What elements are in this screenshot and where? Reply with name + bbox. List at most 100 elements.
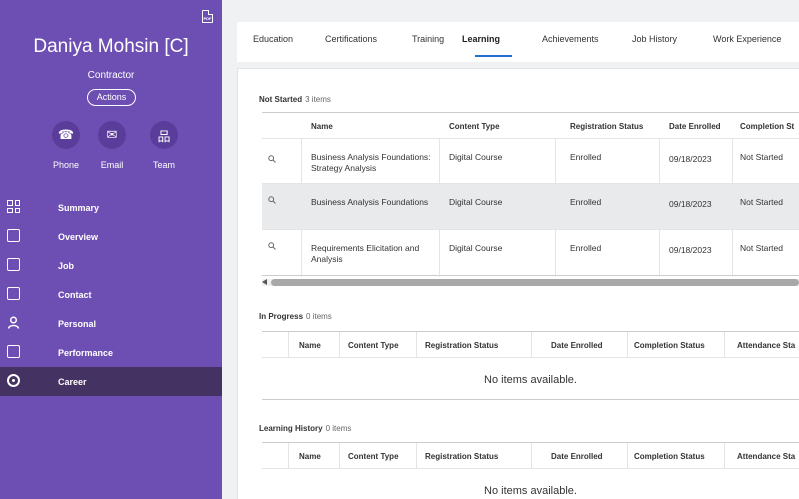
email-icon: ✉ xyxy=(98,121,126,149)
empty-state-message: No items available. xyxy=(484,485,577,497)
column-header-content-type[interactable]: Content Type xyxy=(348,452,399,461)
not-started-title: Not Started 3 items xyxy=(259,95,331,104)
email-label: Email xyxy=(100,160,124,170)
phone-quick-action[interactable]: ☎ Phone xyxy=(46,121,86,170)
active-tab-indicator xyxy=(475,55,512,57)
table-row: Business Analysis Foundations: Strategy … xyxy=(262,139,799,184)
course-link[interactable]: Requirements Elicitation and Analysis xyxy=(311,243,436,265)
tab-certifications[interactable]: Certifications xyxy=(325,34,377,44)
column-header-content-type[interactable]: Content Type xyxy=(348,341,399,350)
nav-item-career[interactable]: Career xyxy=(0,367,222,396)
in-progress-title: In Progress 0 items xyxy=(259,312,332,321)
registration-status-cell: Enrolled xyxy=(570,152,602,162)
column-header-registration-status[interactable]: Registration Status xyxy=(570,122,643,131)
completion-status-cell: Not Started xyxy=(740,152,783,162)
date-enrolled-cell: 09/18/2023 xyxy=(669,154,712,164)
nav-item-label: Personal xyxy=(58,318,97,329)
job-briefcase-icon xyxy=(7,258,20,271)
column-header-attendance-status[interactable]: Attendance Sta xyxy=(737,341,795,350)
search-icon[interactable] xyxy=(268,196,276,204)
column-header-name[interactable]: Name xyxy=(299,341,321,350)
contact-card-icon xyxy=(7,287,20,300)
table-header-row: Name Content Type Registration Status Da… xyxy=(262,332,799,358)
performance-clipboard-icon xyxy=(7,345,20,358)
content-type-cell: Digital Course xyxy=(449,243,503,253)
in-progress-table: Name Content Type Registration Status Da… xyxy=(262,331,799,400)
column-header-date-enrolled[interactable]: Date Enrolled xyxy=(669,122,721,131)
actions-button[interactable]: Actions xyxy=(87,89,136,106)
item-count: 0 items xyxy=(306,312,332,321)
column-header-date-enrolled[interactable]: Date Enrolled xyxy=(551,341,603,350)
column-header-completion-status[interactable]: Completion Status xyxy=(634,341,705,350)
worker-name: Daniya Mohsin [C] xyxy=(33,36,189,57)
team-label: Team xyxy=(152,160,175,170)
nav-item-label: Performance xyxy=(58,347,114,358)
nav-item-label: Career xyxy=(58,376,87,387)
table-row: Business Analysis Foundations Digital Co… xyxy=(262,184,799,230)
tab-achievements[interactable]: Achievements xyxy=(542,34,599,44)
section-title-text: Not Started xyxy=(259,95,303,104)
person-icon xyxy=(7,316,20,329)
table-header-row: Name Content Type Registration Status Da… xyxy=(262,113,799,139)
scrollbar-thumb[interactable] xyxy=(271,279,799,286)
nav-item-summary[interactable]: Summary xyxy=(0,193,222,222)
nav-item-label: Job xyxy=(58,260,75,271)
nav-item-job[interactable]: Job xyxy=(0,251,222,280)
column-header-completion-status[interactable]: Completion Status xyxy=(634,452,705,461)
registration-status-cell: Enrolled xyxy=(570,243,602,253)
tab-job-history[interactable]: Job History xyxy=(632,34,677,44)
learning-history-title: Learning History 0 items xyxy=(259,424,351,433)
profile-sidebar: PDF Daniya Mohsin [C] Contractor Actions… xyxy=(0,0,222,499)
nav-item-overview[interactable]: Overview xyxy=(0,222,222,251)
item-count: 0 items xyxy=(325,424,352,433)
date-enrolled-cell: 09/18/2023 xyxy=(669,245,712,255)
nav-item-label: Summary xyxy=(58,202,100,213)
tab-training[interactable]: Training xyxy=(412,34,444,44)
course-link[interactable]: Business Analysis Foundations: Strategy … xyxy=(311,152,436,174)
nav-item-personal[interactable]: Personal xyxy=(0,309,222,338)
overview-icon xyxy=(7,229,20,242)
empty-state-message: No items available. xyxy=(484,374,577,386)
phone-icon: ☎ xyxy=(52,121,80,149)
tab-education[interactable]: Education xyxy=(253,34,293,44)
date-enrolled-cell: 09/18/2023 xyxy=(669,199,712,209)
learning-history-table: Name Content Type Registration Status Da… xyxy=(262,442,799,499)
completion-status-cell: Not Started xyxy=(740,197,783,207)
section-title-text: In Progress xyxy=(259,312,304,321)
tab-learning[interactable]: Learning xyxy=(462,34,500,44)
email-quick-action[interactable]: ✉ Email xyxy=(92,121,132,170)
registration-status-cell: Enrolled xyxy=(570,197,602,207)
nav-item-contact[interactable]: Contact xyxy=(0,280,222,309)
column-header-attendance-status[interactable]: Attendance Sta xyxy=(737,452,795,461)
scroll-left-arrow-icon[interactable] xyxy=(262,279,267,285)
content-type-cell: Digital Course xyxy=(449,197,503,207)
worker-role: Contractor xyxy=(87,70,135,81)
pdf-export-icon[interactable]: PDF xyxy=(202,10,213,23)
section-title-text: Learning History xyxy=(259,424,323,433)
team-icon: 品 xyxy=(150,121,178,149)
tab-work-experience[interactable]: Work Experience xyxy=(713,34,781,44)
column-header-name[interactable]: Name xyxy=(311,122,333,131)
column-header-completion-status[interactable]: Completion St xyxy=(740,122,794,131)
team-quick-action[interactable]: 品 Team xyxy=(144,121,184,170)
search-icon[interactable] xyxy=(268,155,276,163)
course-link[interactable]: Business Analysis Foundations xyxy=(311,197,438,208)
column-header-registration-status[interactable]: Registration Status xyxy=(425,341,498,350)
table-row: Requirements Elicitation and Analysis Di… xyxy=(262,230,799,276)
search-icon[interactable] xyxy=(268,242,276,250)
table-horizontal-scrollbar[interactable] xyxy=(262,279,799,286)
nav-item-performance[interactable]: Performance xyxy=(0,338,222,367)
table-header-row: Name Content Type Registration Status Da… xyxy=(262,443,799,469)
column-header-content-type[interactable]: Content Type xyxy=(449,122,500,131)
not-started-table: Name Content Type Registration Status Da… xyxy=(262,112,799,277)
column-header-name[interactable]: Name xyxy=(299,452,321,461)
career-target-icon xyxy=(7,374,20,387)
profile-nav: Summary Overview Job Contact Personal Pe… xyxy=(0,193,222,396)
column-header-registration-status[interactable]: Registration Status xyxy=(425,452,498,461)
nav-item-label: Contact xyxy=(58,289,92,300)
nav-item-label: Overview xyxy=(58,231,99,242)
column-header-date-enrolled[interactable]: Date Enrolled xyxy=(551,452,603,461)
profile-tabs: Education Certifications Training Learni… xyxy=(237,22,799,62)
content-type-cell: Digital Course xyxy=(449,152,503,162)
summary-grid-icon xyxy=(7,200,20,213)
